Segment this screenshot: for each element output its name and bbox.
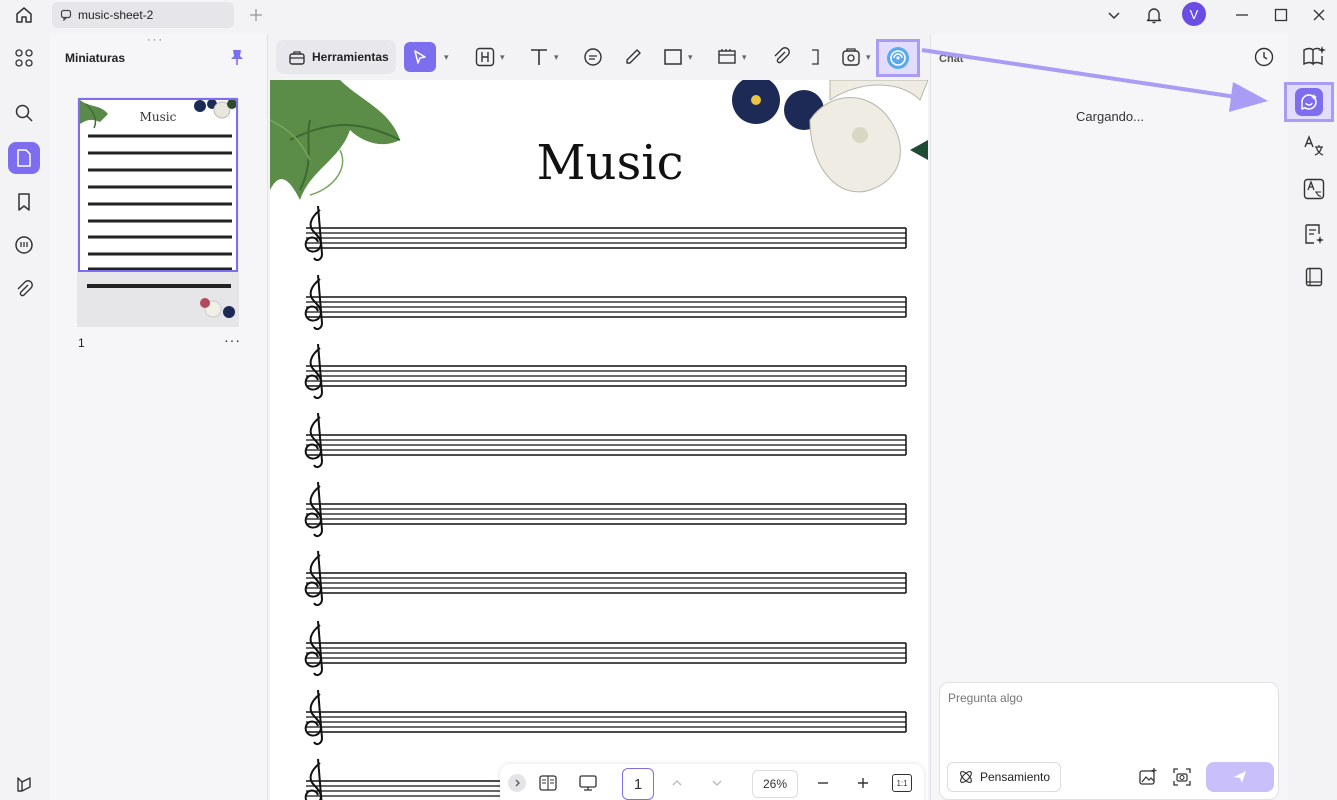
- ai-assistant-button[interactable]: [876, 39, 920, 77]
- document-title: Music: [536, 135, 684, 191]
- book-sparkle-icon[interactable]: [1300, 42, 1328, 70]
- atom-icon: [958, 769, 974, 785]
- history-icon[interactable]: [1253, 46, 1275, 68]
- document-area[interactable]: Music: [270, 80, 928, 800]
- resize-handle[interactable]: ···: [147, 34, 164, 46]
- title-bar: music-sheet-2 V: [0, 0, 1337, 30]
- actual-size-button[interactable]: 1:1: [892, 774, 912, 792]
- tab-title: music-sheet-2: [78, 8, 154, 22]
- next-page-icon[interactable]: [706, 772, 728, 794]
- bell-icon[interactable]: [1143, 4, 1165, 26]
- bookmark-icon[interactable]: [8, 186, 40, 218]
- apps-grid-icon[interactable]: [8, 42, 40, 74]
- chevron-down-icon[interactable]: [1103, 4, 1125, 26]
- thumbnail-title: Music: [139, 110, 177, 124]
- ocr-tool-icon[interactable]: ▾: [840, 44, 871, 70]
- left-rail: [0, 34, 48, 800]
- ai-chat-icon: [1301, 94, 1317, 110]
- attach-tool-icon[interactable]: [770, 44, 792, 70]
- translate-icon[interactable]: [1300, 132, 1328, 160]
- pages-icon[interactable]: [8, 142, 40, 174]
- loading-text: Cargando...: [1076, 109, 1144, 124]
- thumbnail-page[interactable]: Music: [78, 98, 238, 272]
- zoom-out-icon[interactable]: [812, 772, 834, 794]
- reader-icon[interactable]: [1300, 263, 1328, 291]
- right-rail: [1284, 34, 1337, 800]
- document-tab[interactable]: music-sheet-2: [52, 2, 234, 28]
- send-button[interactable]: [1206, 762, 1274, 792]
- document-page: Music: [270, 80, 928, 800]
- more-options[interactable]: ···: [224, 332, 241, 348]
- tools-label: Herramientas: [312, 50, 389, 64]
- new-tab-icon[interactable]: [245, 4, 267, 26]
- minimize-icon[interactable]: [1231, 4, 1253, 26]
- select-dropdown[interactable]: ▾: [440, 44, 449, 70]
- summarize-icon[interactable]: [1300, 220, 1328, 248]
- zoom-level[interactable]: 26%: [752, 770, 798, 798]
- expand-icon[interactable]: [508, 774, 526, 792]
- thumbnail-page-number: 1: [78, 336, 85, 350]
- thumb-staff-lines: [88, 134, 232, 270]
- translate-document-icon[interactable]: [1300, 175, 1328, 203]
- screenshot-icon[interactable]: [1172, 767, 1192, 787]
- zoom-in-icon[interactable]: [852, 772, 874, 794]
- text-tool-icon[interactable]: ▾: [528, 44, 559, 70]
- rectangle-tool-icon[interactable]: ▾: [662, 44, 693, 70]
- avatar[interactable]: V: [1182, 2, 1206, 26]
- comment-icon: [60, 9, 72, 21]
- tools-button[interactable]: Herramientas: [276, 40, 396, 74]
- previous-page-icon[interactable]: [666, 772, 688, 794]
- chat-composer: Pensamiento: [939, 682, 1279, 800]
- page-layout-icon[interactable]: [536, 772, 560, 794]
- toolbar: Herramientas ▾ ▾ ▾ ▾ ▾ ▾: [270, 34, 926, 80]
- presentation-icon[interactable]: [576, 772, 600, 794]
- select-tool-button[interactable]: [404, 42, 436, 72]
- chat-panel: Chat Cargando... Pensamiento: [930, 34, 1288, 800]
- search-icon[interactable]: [8, 97, 40, 129]
- image-add-icon[interactable]: [1138, 767, 1158, 787]
- music-staves: [306, 206, 906, 800]
- attachment-icon[interactable]: [8, 273, 40, 305]
- pin-icon[interactable]: [229, 48, 245, 66]
- heading-tool-icon[interactable]: ▾: [474, 44, 505, 70]
- comments-icon[interactable]: [8, 229, 40, 261]
- home-icon[interactable]: [13, 4, 35, 26]
- ai-chat-button[interactable]: [1284, 82, 1334, 122]
- panel-title: Miniaturas: [65, 51, 126, 65]
- thumbnails-panel: ··· Miniaturas Music 1 ···: [50, 34, 268, 800]
- thinking-label: Pensamiento: [980, 770, 1051, 784]
- chat-input[interactable]: [948, 691, 1268, 751]
- maximize-icon[interactable]: [1270, 4, 1292, 26]
- more-tools-icon[interactable]: [810, 44, 820, 70]
- layers-icon[interactable]: [8, 768, 40, 800]
- toolbox-icon: [288, 48, 306, 66]
- page-number-input[interactable]: 1: [622, 768, 654, 800]
- page-navigation-bar: 1 26% 1:1: [500, 764, 924, 800]
- highlighter-icon[interactable]: [622, 44, 644, 70]
- send-icon: [1234, 771, 1246, 783]
- ai-logo-icon: [887, 47, 909, 69]
- chat-title: Chat: [939, 53, 964, 65]
- comment-tool-icon[interactable]: [582, 44, 604, 70]
- stamp-tool-icon[interactable]: ▾: [716, 44, 747, 70]
- close-icon[interactable]: [1308, 4, 1330, 26]
- thinking-button[interactable]: Pensamiento: [947, 762, 1061, 792]
